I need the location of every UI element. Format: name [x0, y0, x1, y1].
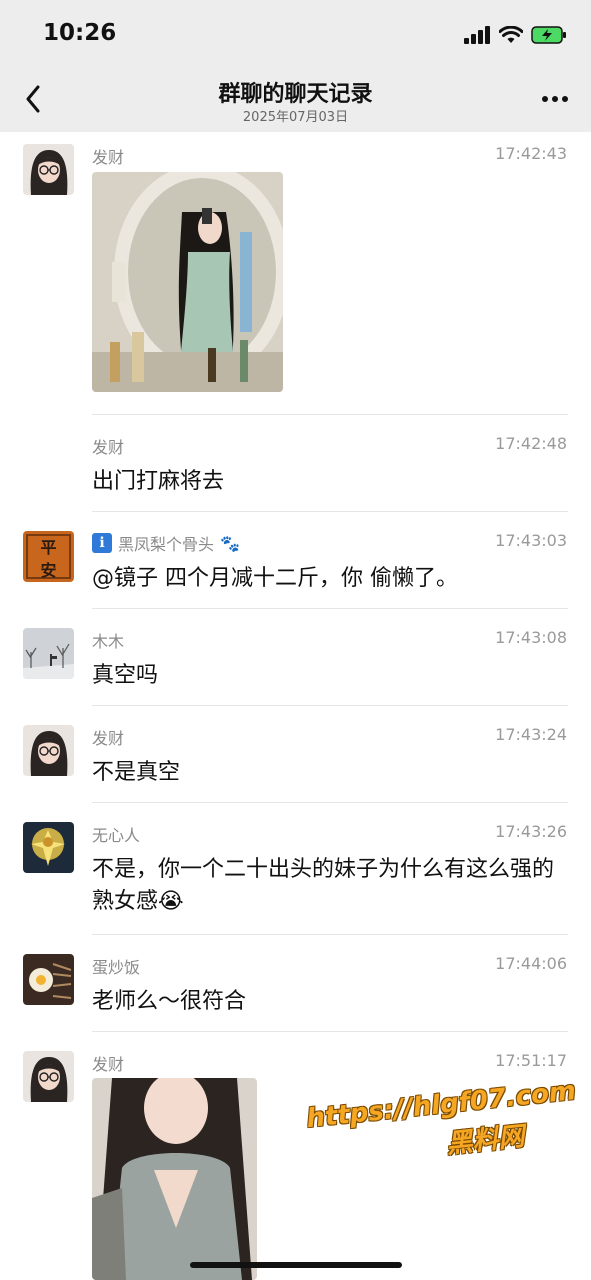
battery-icon [531, 26, 566, 44]
paw-icon: 🐾 [220, 533, 240, 553]
message-text: 不是真空 [92, 760, 181, 785]
message-time: 17:44:06 [495, 954, 567, 973]
signal-icon [464, 26, 490, 44]
portrait-photo-image [92, 1078, 257, 1280]
sender-name: 发财 [92, 729, 125, 748]
more-dots-icon [542, 96, 568, 102]
message-text: @镜子 四个月减十二斤，你 偷懒了。 [92, 566, 458, 591]
message-divider [92, 1031, 568, 1032]
message-photo[interactable] [92, 172, 283, 392]
sender-name: 发财 [92, 438, 125, 457]
avatar[interactable] [23, 628, 74, 679]
message-divider [92, 802, 568, 803]
food-avatar-image [23, 954, 74, 1005]
watermark: https://hlgf07.com 黑料网 [305, 1076, 582, 1175]
message-divider [92, 511, 568, 512]
avatar-text: 安 [40, 561, 57, 580]
sender-name: 发财 [92, 148, 125, 167]
avatar-text: 平 [40, 538, 57, 557]
message-divider [92, 934, 568, 935]
avatar[interactable] [23, 725, 74, 776]
sender-name: 黑凤梨个骨头 [118, 535, 215, 554]
home-indicator[interactable] [190, 1262, 402, 1268]
sender-name-row: ℹ 黑凤梨个骨头 🐾 [92, 531, 240, 555]
message-divider [92, 705, 568, 706]
message-divider [92, 608, 568, 609]
message-time: 17:43:24 [495, 725, 567, 744]
message-time: 17:42:48 [495, 434, 567, 453]
sender-name: 无心人 [92, 826, 141, 845]
mirror-selfie-image [92, 172, 283, 392]
message-text: 不是，你一个二十出头的妹子为什么有这么强的熟女感😭 [92, 857, 555, 914]
more-button[interactable] [537, 84, 573, 114]
status-bar: 10:26 [0, 0, 591, 66]
user-avatar-image [23, 1051, 74, 1102]
golden-figure-avatar-image [23, 822, 74, 873]
sender-name: 发财 [92, 1055, 125, 1074]
status-icons [464, 24, 567, 46]
avatar[interactable]: 平 安 [23, 531, 74, 582]
message-divider [92, 414, 568, 415]
wifi-icon [499, 26, 523, 43]
nav-bar: 群聊的聊天记录 2025年07月03日 [0, 66, 591, 132]
avatar[interactable] [23, 954, 74, 1005]
page-title: 群聊的聊天记录 [218, 82, 373, 107]
avatar[interactable] [23, 144, 74, 195]
user-avatar-image [23, 725, 74, 776]
message-time: 17:43:03 [495, 531, 567, 550]
message-time: 17:42:43 [495, 144, 567, 163]
message-text: 真空吗 [92, 663, 159, 688]
status-time: 10:26 [43, 20, 117, 46]
message-time: 17:43:26 [495, 822, 567, 841]
info-badge-icon: ℹ [92, 533, 112, 553]
user-avatar-image [23, 144, 74, 195]
message-time: 17:43:08 [495, 628, 567, 647]
message-text: 老师么～很符合 [92, 989, 247, 1014]
message-text: 出门打麻将去 [92, 469, 225, 494]
avatar[interactable] [23, 1051, 74, 1102]
avatar[interactable] [23, 822, 74, 873]
winter-tree-avatar-image [23, 628, 74, 679]
message-photo[interactable] [92, 1078, 257, 1280]
sender-name: 木木 [92, 632, 125, 651]
message-time: 17:51:17 [495, 1051, 567, 1070]
page-subtitle: 2025年07月03日 [242, 110, 349, 125]
sender-name: 蛋炒饭 [92, 958, 141, 977]
